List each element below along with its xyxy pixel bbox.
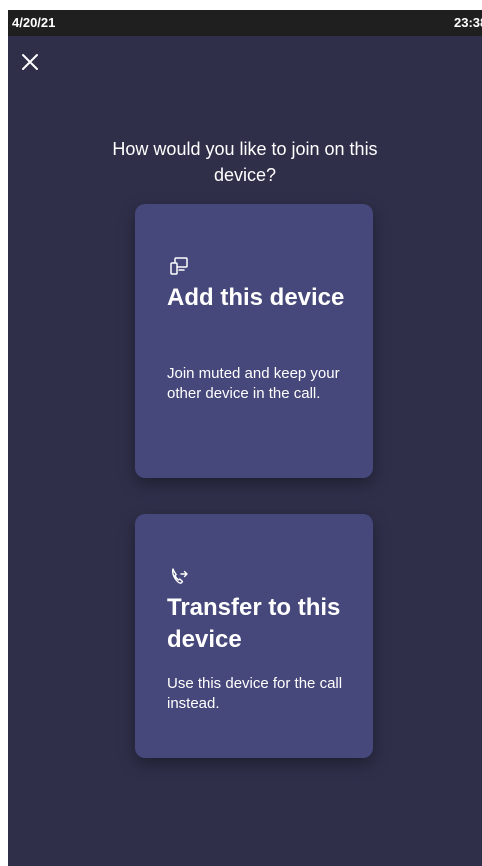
add-device-card[interactable]: Add this device Join muted and keep your… xyxy=(135,204,373,478)
status-time: 23:38 xyxy=(454,15,482,30)
join-screen: 4/20/21 23:38 How would you like to join… xyxy=(8,10,482,866)
transfer-device-title: Transfer to this device xyxy=(167,594,341,653)
join-prompt: How would you like to join on this devic… xyxy=(112,139,378,185)
transfer-device-description: Use this device for the call instead. xyxy=(167,675,343,712)
close-button[interactable] xyxy=(18,50,42,74)
add-device-title: Add this device xyxy=(167,284,345,311)
status-bar: 4/20/21 23:38 xyxy=(8,10,482,36)
close-icon xyxy=(22,54,38,70)
add-device-description: Join muted and keep your other device in… xyxy=(167,365,340,402)
status-date: 4/20/21 xyxy=(12,15,56,30)
transfer-device-card[interactable]: Transfer to this device Use this device … xyxy=(135,514,373,758)
device-add-icon xyxy=(170,257,188,275)
transfer-call-icon xyxy=(171,568,188,584)
